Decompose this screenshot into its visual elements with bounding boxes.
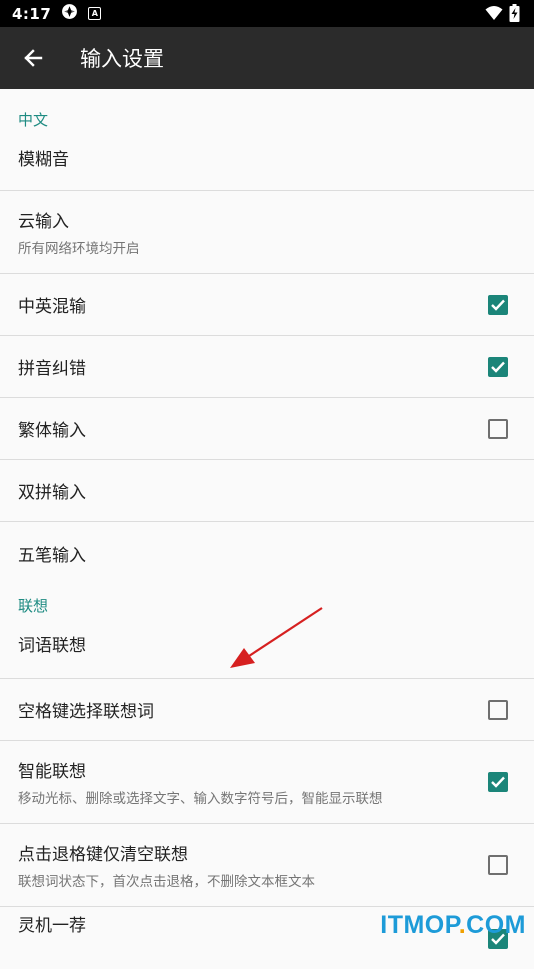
battery-charging-icon	[509, 4, 520, 26]
app-bar: 输入设置	[0, 27, 534, 89]
item-title: 空格键选择联想词	[18, 702, 154, 722]
a-badge-icon: A	[88, 7, 102, 20]
arrow-left-icon	[24, 49, 43, 67]
pref-pinyin-correction[interactable]: 拼音纠错	[0, 336, 534, 398]
pref-cloud-input[interactable]: 云输入 所有网络环境均开启	[0, 191, 534, 274]
pref-wubi-input[interactable]: 五笔输入	[0, 522, 534, 584]
section-header-chinese: 中文	[18, 111, 49, 129]
check-icon	[491, 776, 505, 788]
item-title: 中英混输	[18, 297, 86, 317]
item-summary: 联想词状态下，首次点击退格，不删除文本框文本	[18, 874, 315, 890]
status-time: 4:17	[12, 4, 52, 23]
checkbox-checked[interactable]	[488, 356, 508, 377]
checkbox-checked[interactable]	[488, 772, 508, 792]
item-summary: 所有网络环境均开启	[18, 241, 140, 257]
annotation-arrow-icon	[230, 607, 323, 668]
pref-mixed-input[interactable]: 中英混输	[0, 274, 534, 336]
wifi-icon	[485, 5, 503, 25]
settings-list: 中文 模糊音 云输入 所有网络环境均开启 中英混输 拼音纠错 繁体输入 双拼输入…	[0, 89, 534, 969]
pref-shuangpin-input[interactable]: 双拼输入	[0, 460, 534, 522]
pref-backspace-clears-association[interactable]: 点击退格键仅清空联想 联想词状态下，首次点击退格，不删除文本框文本	[0, 824, 534, 907]
pref-space-selects-association[interactable]: 空格键选择联想词	[0, 679, 534, 741]
check-icon	[491, 361, 505, 373]
checkbox-unchecked[interactable]	[488, 418, 508, 439]
item-summary: 移动光标、删除或选择文字、输入数字符号后，智能显示联想	[18, 791, 383, 807]
item-title: 繁体输入	[18, 421, 86, 441]
pref-fuzzy-pinyin[interactable]: 模糊音	[0, 134, 534, 191]
checkbox-unchecked[interactable]	[488, 855, 508, 875]
item-title: 云输入	[18, 212, 69, 232]
item-title: 点击退格键仅清空联想	[18, 845, 188, 865]
checkbox-checked[interactable]	[488, 294, 508, 315]
item-title: 模糊音	[18, 149, 69, 170]
back-button[interactable]	[18, 43, 48, 73]
item-title: 智能联想	[18, 762, 86, 782]
watermark-logo: ITMOP.COM	[380, 911, 526, 939]
item-title: 五笔输入	[18, 545, 86, 566]
checkbox-unchecked[interactable]	[488, 699, 508, 720]
pinwheel-icon	[61, 3, 78, 24]
pref-smart-association[interactable]: 智能联想 移动光标、删除或选择文字、输入数字符号后，智能显示联想	[0, 741, 534, 824]
check-icon	[491, 299, 505, 311]
page-title: 输入设置	[80, 47, 164, 71]
pref-traditional-input[interactable]: 繁体输入	[0, 398, 534, 460]
status-bar: 4:17 A	[0, 0, 534, 27]
item-title: 拼音纠错	[18, 359, 86, 379]
item-title: 双拼输入	[18, 483, 86, 503]
